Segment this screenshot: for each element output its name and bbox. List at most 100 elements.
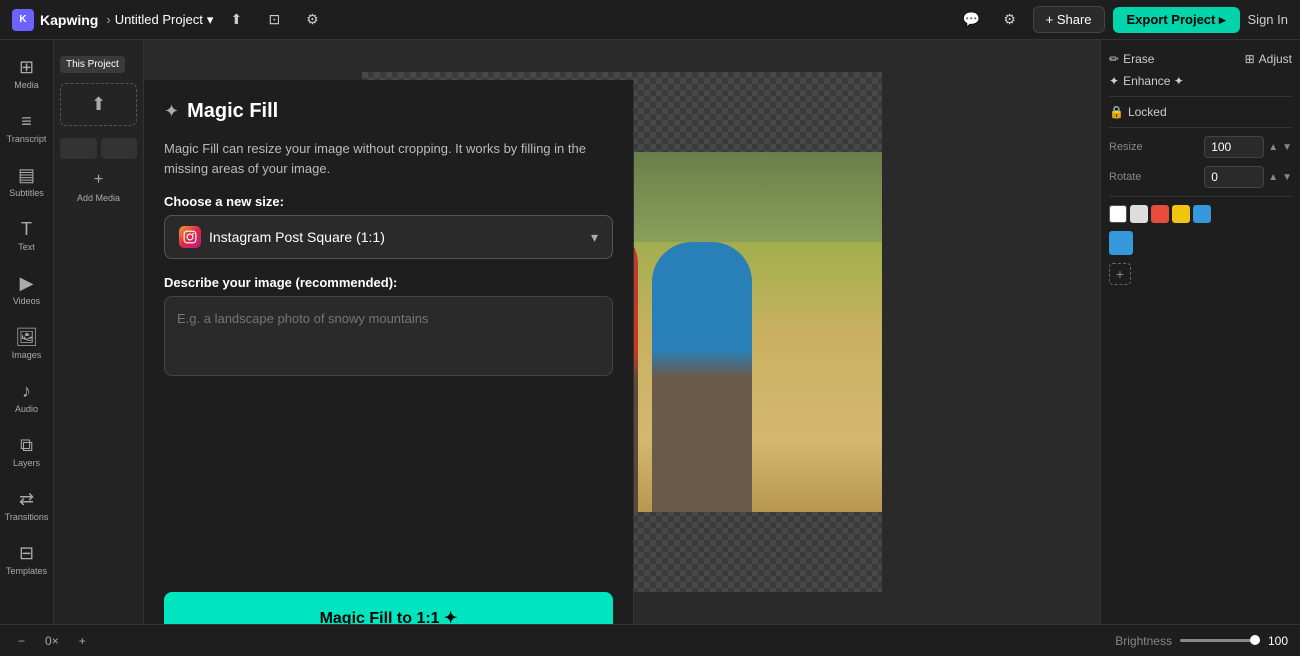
sidebar-item-templates[interactable]: ⊟ Templates [5, 534, 49, 584]
templates-icon: ⊟ [19, 543, 34, 564]
rs-divider-2 [1109, 127, 1292, 128]
color-swatch-white[interactable] [1109, 205, 1127, 223]
color-swatch-gray[interactable] [1130, 205, 1148, 223]
size-section-label: Choose a new size: [164, 194, 613, 209]
layers-icon: ⧉ [20, 435, 33, 456]
settings-icon[interactable]: ⚙ [297, 5, 327, 35]
rotate-input-row: ▲ ▼ [1204, 166, 1292, 188]
erase-icon: ✏ [1109, 52, 1119, 66]
adjust-button[interactable]: ⊞ Adjust [1245, 52, 1292, 66]
size-dropdown-left: Instagram Post Square (1:1) [179, 226, 385, 248]
sidebar-item-label-layers: Layers [13, 458, 40, 468]
rs-locked-row: 🔒 Locked [1109, 101, 1292, 123]
color-swatch-blue[interactable] [1193, 205, 1211, 223]
describe-textarea[interactable] [164, 296, 613, 376]
color-swatches [1109, 205, 1292, 223]
upload-icon[interactable]: ⬆ [221, 5, 251, 35]
bottom-right: Brightness 100 [1115, 634, 1288, 648]
gear-icon[interactable]: ⚙ [995, 5, 1025, 35]
locked-toggle[interactable]: 🔒 Locked [1109, 105, 1167, 119]
right-sidebar: ✏ Erase ⊞ Adjust ✦ Enhance ✦ 🔒 Locked Re… [1100, 40, 1300, 624]
media-tabs: This Project [54, 52, 143, 77]
sidebar-item-videos[interactable]: ▶ Videos [5, 264, 49, 314]
add-media-area[interactable]: + Add Media [60, 171, 137, 203]
sidebar-item-media[interactable]: ⊞ Media [5, 48, 49, 98]
topbar-actions: ⬆ ⊡ ⚙ [221, 5, 327, 35]
lock-icon: 🔒 [1109, 105, 1124, 119]
media-panel-header [54, 40, 143, 52]
resize-input[interactable] [1204, 136, 1264, 158]
tab-this-project[interactable]: This Project [60, 56, 125, 73]
size-dropdown[interactable]: Instagram Post Square (1:1) ▾ [164, 215, 613, 259]
media-thumbnails [54, 132, 143, 165]
chevron-down-icon: ▾ [591, 229, 598, 246]
add-media-label: Add Media [77, 193, 120, 203]
rs-divider-3 [1109, 196, 1292, 197]
rotate-label: Rotate [1109, 171, 1141, 183]
describe-section-label: Describe your image (recommended): [164, 275, 613, 290]
signin-button[interactable]: Sign In [1248, 12, 1288, 27]
rs-tools-row: ✏ Erase ⊞ Adjust [1109, 48, 1292, 70]
size-section: Choose a new size: Instagram Post Square… [164, 194, 613, 259]
magic-fill-wand-icon: ✦ [164, 101, 179, 122]
share-button[interactable]: + Share [1033, 6, 1105, 33]
color-swatch-red[interactable] [1151, 205, 1169, 223]
sidebar-item-layers[interactable]: ⧉ Layers [5, 426, 49, 476]
color-swatch-yellow[interactable] [1172, 205, 1190, 223]
color-swatch-selected[interactable] [1109, 231, 1133, 255]
brightness-value: 100 [1268, 634, 1288, 648]
sidebar-item-subtitles[interactable]: ▤ Subtitles [5, 156, 49, 206]
preview-icon[interactable]: ⊡ [259, 5, 289, 35]
instagram-icon [179, 226, 201, 248]
upload-icon: ⬆ [91, 94, 106, 115]
sidebar-item-transcript[interactable]: ≡ Transcript [5, 102, 49, 152]
project-name[interactable]: Untitled Project ▾ [115, 12, 214, 28]
text-icon: T [21, 219, 32, 240]
sidebar-item-transitions[interactable]: ⇄ Transitions [5, 480, 49, 530]
media-panel: This Project ⬆ + Add Media [54, 40, 144, 624]
add-color-button[interactable]: + [1109, 263, 1131, 285]
brightness-slider[interactable] [1180, 639, 1260, 642]
breadcrumb: › Untitled Project ▾ [106, 12, 213, 28]
bottom-bar: − 0× + Brightness 100 [0, 624, 1300, 656]
sidebar-item-label-transitions: Transitions [5, 512, 49, 522]
sidebar-item-images[interactable]: 🖼 Images [5, 318, 49, 368]
upload-area[interactable]: ⬆ [60, 83, 137, 126]
media-thumb-2[interactable] [101, 138, 138, 159]
sidebar-item-text[interactable]: T Text [5, 210, 49, 260]
rotate-input[interactable] [1204, 166, 1264, 188]
resize-down-icon[interactable]: ▼ [1282, 142, 1292, 153]
sidebar-item-label-audio: Audio [15, 404, 38, 414]
media-thumb-1[interactable] [60, 138, 97, 159]
rs-rotate-row: Rotate ▲ ▼ [1109, 162, 1292, 192]
enhance-icon: ✦ [1109, 74, 1119, 88]
transcript-icon: ≡ [21, 111, 32, 132]
rs-divider-1 [1109, 96, 1292, 97]
resize-up-icon[interactable]: ▲ [1268, 142, 1278, 153]
export-button[interactable]: Export Project ▸ [1113, 7, 1240, 33]
magic-fill-cta-button[interactable]: Magic Fill to 1:1 ✦ [164, 592, 613, 624]
sidebar-item-label-text: Text [18, 242, 35, 252]
brightness-slider-fill [1180, 639, 1260, 642]
rotate-down-icon[interactable]: ▼ [1282, 172, 1292, 183]
erase-button[interactable]: ✏ Erase [1109, 52, 1154, 66]
rs-add-color-row: + [1109, 263, 1292, 285]
topbar: K Kapwing › Untitled Project ▾ ⬆ ⊡ ⚙ 💬 ⚙… [0, 0, 1300, 40]
kapwing-logo[interactable]: K Kapwing [12, 9, 98, 31]
sidebar-item-label-media: Media [14, 80, 39, 90]
golfer-player [652, 242, 752, 512]
app-name: Kapwing [40, 12, 98, 28]
chat-icon[interactable]: 💬 [957, 5, 987, 35]
size-option-label: Instagram Post Square (1:1) [209, 229, 385, 245]
enhance-button[interactable]: ✦ Enhance ✦ [1109, 74, 1184, 88]
rotate-up-icon[interactable]: ▲ [1268, 172, 1278, 183]
sidebar-item-audio[interactable]: ♪ Audio [5, 372, 49, 422]
topbar-left: K Kapwing › Untitled Project ▾ ⬆ ⊡ ⚙ [12, 5, 327, 35]
magic-fill-description: Magic Fill can resize your image without… [164, 139, 613, 178]
resize-input-row: ▲ ▼ [1204, 136, 1292, 158]
bottom-left: − 0× + [12, 632, 92, 650]
add-media-icon: + [94, 171, 103, 189]
zoom-out-button[interactable]: − [12, 632, 31, 650]
transitions-icon: ⇄ [19, 489, 34, 510]
zoom-in-button[interactable]: + [73, 632, 92, 650]
